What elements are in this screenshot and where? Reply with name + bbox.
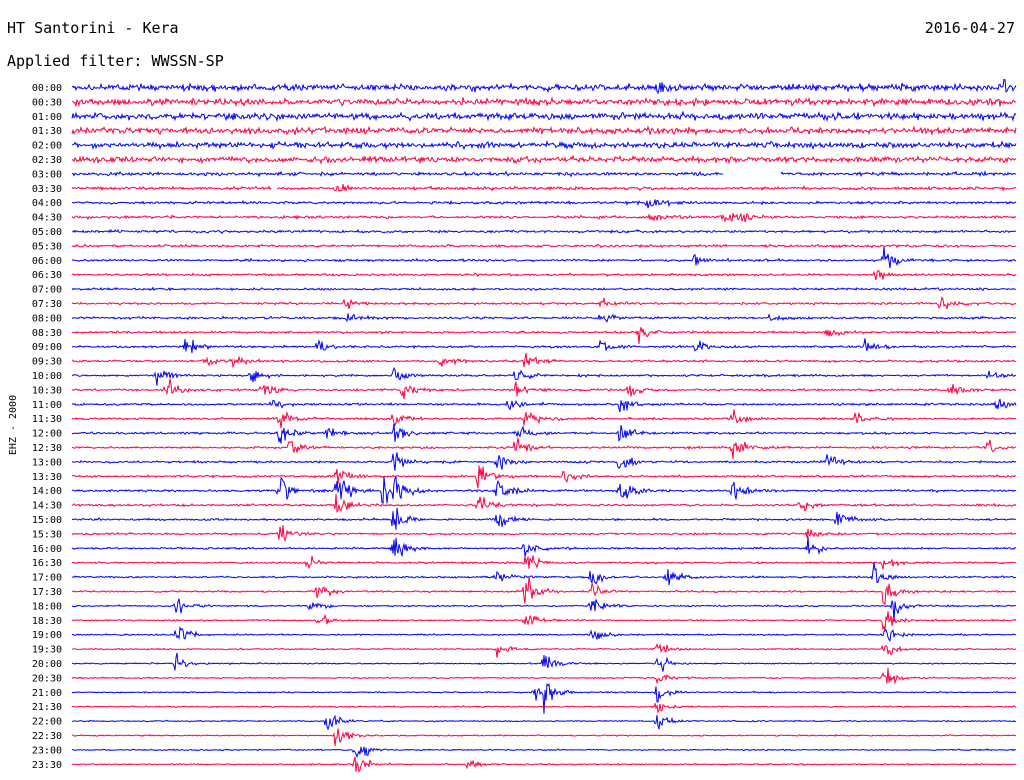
trace-03-00 — [71, 170, 1017, 178]
hour-label: 14:00 — [32, 486, 62, 497]
hour-label: 04:00 — [32, 198, 62, 209]
hour-label: 23:00 — [32, 745, 62, 756]
trace-13-30 — [71, 465, 1017, 489]
hour-label: 02:30 — [32, 155, 62, 166]
hour-label: 11:00 — [32, 400, 62, 411]
seismogram-plot: 00:00 00:30 01:00 01:30 02:00 02:30 03:00 03:30… — [8, 78, 1017, 773]
trace-00-00 — [71, 78, 1017, 95]
trace-20-00 — [71, 652, 1017, 672]
hour-label: 20:30 — [32, 673, 62, 684]
hour-label: 13:00 — [32, 457, 62, 468]
trace-07-30 — [71, 296, 1016, 310]
trace-22-30 — [71, 728, 1017, 747]
hour-label: 03:30 — [32, 184, 62, 195]
hour-label: 04:30 — [32, 213, 62, 224]
hour-label: 22:30 — [32, 731, 62, 742]
hour-label: 12:30 — [32, 443, 62, 454]
trace-17-30 — [71, 576, 1017, 606]
trace-11-00 — [71, 398, 1017, 413]
trace-01-30 — [71, 125, 1017, 137]
trace-08-30 — [71, 327, 1017, 344]
trace-13-00 — [71, 452, 1017, 471]
trace-00-30 — [71, 95, 1017, 108]
trace-12-00 — [71, 423, 1017, 444]
trace-02-00 — [71, 139, 1017, 151]
seismogram-traces — [71, 78, 1017, 773]
hour-label: 22:00 — [32, 717, 62, 728]
trace-05-30 — [71, 243, 1017, 249]
trace-06-30 — [71, 269, 1017, 281]
hour-label: 08:00 — [32, 313, 62, 324]
hour-label: 13:30 — [32, 472, 62, 483]
trace-06-00 — [71, 246, 1017, 269]
hour-label: 03:00 — [32, 169, 62, 180]
hour-label: 07:30 — [32, 299, 62, 310]
trace-01-00 — [71, 110, 1017, 123]
hour-label: 16:00 — [32, 544, 62, 555]
trace-21-00 — [71, 683, 1017, 714]
hour-label: 05:00 — [32, 227, 62, 238]
trace-09-30 — [71, 353, 1017, 369]
trace-23-30 — [72, 756, 1016, 773]
trace-18-30 — [71, 611, 1017, 632]
hour-label: 01:00 — [32, 112, 62, 123]
hour-label: 11:30 — [32, 414, 62, 425]
trace-15-00 — [71, 507, 1017, 530]
hour-labels: 00:00 00:30 01:00 01:30 02:00 02:30 03:00 03:30… — [32, 83, 62, 771]
trace-07-00 — [71, 286, 1017, 292]
trace-11-30 — [71, 409, 1017, 429]
hour-label: 19:00 — [32, 630, 62, 641]
trace-14-30 — [71, 493, 1017, 513]
hour-label: 06:00 — [32, 256, 62, 267]
hour-label: 00:30 — [32, 97, 62, 108]
trace-10-00 — [71, 366, 1017, 386]
trace-12-30 — [71, 437, 1017, 459]
channel-label: EHZ - 2000 — [8, 395, 19, 455]
hour-label: 02:00 — [32, 141, 62, 152]
trace-03-30 — [71, 184, 1017, 193]
trace-14-00 — [71, 475, 1017, 504]
trace-10-30 — [71, 378, 1017, 400]
hour-label: 19:30 — [32, 645, 62, 656]
hour-label: 07:00 — [32, 285, 62, 296]
trace-09-00 — [72, 338, 1017, 354]
hour-label: 00:00 — [32, 83, 62, 94]
trace-19-00 — [71, 625, 1016, 642]
hour-label: 06:30 — [32, 270, 62, 281]
trace-04-00 — [71, 199, 1017, 209]
hour-label: 21:30 — [32, 702, 62, 713]
hour-label: 15:00 — [32, 515, 62, 526]
trace-05-00 — [71, 228, 1017, 235]
trace-23-00 — [71, 746, 1017, 758]
hour-label: 17:00 — [32, 573, 62, 584]
trace-02-30 — [71, 154, 1017, 165]
trace-17-00 — [71, 562, 1017, 586]
hour-label: 15:30 — [32, 529, 62, 540]
hour-label: 18:30 — [32, 616, 62, 627]
trace-15-30 — [71, 525, 1017, 543]
hour-label: 09:30 — [32, 357, 62, 368]
hour-label: 08:30 — [32, 328, 62, 339]
hour-label: 14:30 — [32, 501, 62, 512]
trace-16-00 — [71, 536, 1017, 557]
hour-label: 16:30 — [32, 558, 62, 569]
trace-08-00 — [71, 313, 1017, 323]
hour-label: 17:30 — [32, 587, 62, 598]
trace-22-00 — [71, 714, 1017, 731]
hour-label: 09:00 — [32, 342, 62, 353]
hour-label: 10:30 — [32, 385, 62, 396]
hour-label: 05:30 — [32, 241, 62, 252]
hour-label: 21:00 — [32, 688, 62, 699]
hour-label: 01:30 — [32, 126, 62, 137]
hour-label: 10:00 — [32, 371, 62, 382]
trace-20-30 — [71, 667, 1017, 685]
hour-label: 12:00 — [32, 429, 62, 440]
trace-04-30 — [71, 212, 1017, 223]
hour-label: 20:00 — [32, 659, 62, 670]
hour-label: 18:00 — [32, 601, 62, 612]
hour-label: 23:30 — [32, 760, 62, 771]
